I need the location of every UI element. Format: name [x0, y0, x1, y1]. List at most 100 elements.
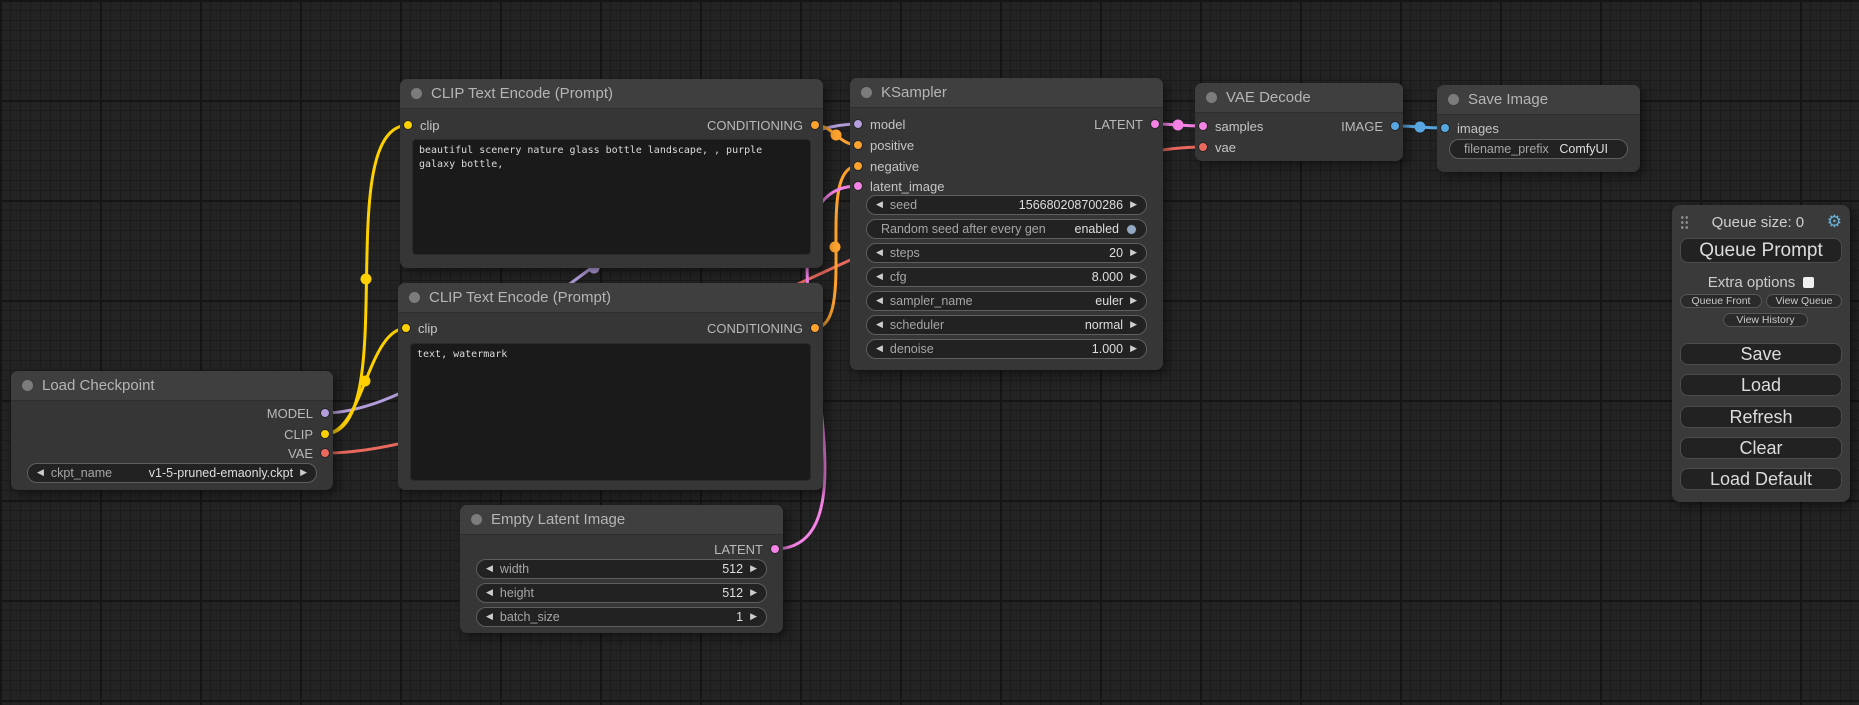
drag-handle-icon[interactable] — [1680, 215, 1689, 230]
decrement-arrow-icon[interactable] — [876, 249, 883, 258]
node-empty-latent-image[interactable]: Empty Latent Image LATENT width 512 heig… — [460, 505, 783, 633]
decrement-arrow-icon[interactable] — [876, 345, 883, 354]
node-load-checkpoint[interactable]: Load Checkpoint MODEL CLIP VAE ckpt_name… — [11, 371, 333, 490]
negative-prompt-textarea[interactable]: text, watermark — [410, 343, 811, 481]
collapse-dot-icon[interactable] — [1448, 94, 1459, 105]
extra-options-checkbox[interactable] — [1803, 277, 1814, 288]
decrement-arrow-icon[interactable] — [486, 589, 493, 598]
node-vae-decode[interactable]: VAE Decode samples IMAGE vae — [1195, 83, 1403, 161]
gear-icon[interactable] — [1827, 214, 1842, 231]
node-clip-text-encode-negative[interactable]: CLIP Text Encode (Prompt) clip CONDITION… — [398, 283, 823, 490]
increment-arrow-icon[interactable] — [1130, 321, 1137, 330]
collapse-dot-icon[interactable] — [22, 380, 33, 391]
increment-arrow-icon[interactable] — [750, 613, 757, 622]
height-widget[interactable]: height 512 — [476, 583, 767, 603]
node-title-bar[interactable]: Empty Latent Image — [460, 505, 783, 535]
denoise-widget[interactable]: denoise 1.000 — [866, 339, 1147, 359]
decrement-arrow-icon[interactable] — [876, 201, 883, 210]
output-slot-latent[interactable]: LATENT — [1094, 114, 1160, 134]
decrement-arrow-icon[interactable] — [486, 613, 493, 622]
view-queue-button[interactable]: View Queue — [1766, 294, 1842, 308]
view-history-button[interactable]: View History — [1723, 313, 1808, 327]
random-seed-toggle-widget[interactable]: Random seed after every gen enabled — [866, 219, 1147, 239]
input-slot-clip[interactable]: clip — [403, 115, 440, 135]
model-slot-dot[interactable] — [853, 119, 863, 129]
collapse-dot-icon[interactable] — [409, 292, 420, 303]
sampler-name-widget[interactable]: sampler_name euler — [866, 291, 1147, 311]
clip-slot-dot[interactable] — [320, 429, 330, 439]
node-ksampler[interactable]: KSampler model LATENT positive negative … — [850, 78, 1163, 370]
ckpt-name-widget[interactable]: ckpt_name v1-5-pruned-emaonly.ckpt — [27, 463, 317, 483]
output-slot-conditioning[interactable]: CONDITIONING — [707, 115, 820, 135]
load-default-button[interactable]: Load Default — [1680, 468, 1842, 490]
positive-prompt-textarea[interactable]: beautiful scenery nature glass bottle la… — [412, 139, 811, 255]
vae-slot-dot[interactable] — [1198, 142, 1208, 152]
image-slot-dot[interactable] — [1390, 121, 1400, 131]
collapse-dot-icon[interactable] — [861, 87, 872, 98]
increment-arrow-icon[interactable] — [1130, 345, 1137, 354]
output-slot-latent[interactable]: LATENT — [714, 539, 780, 559]
clip-slot-dot[interactable] — [403, 120, 413, 130]
increment-arrow-icon[interactable] — [1130, 297, 1137, 306]
input-slot-negative[interactable]: negative — [853, 156, 919, 176]
queue-front-button[interactable]: Queue Front — [1680, 294, 1762, 308]
decrement-arrow-icon[interactable] — [876, 297, 883, 306]
output-slot-clip[interactable]: CLIP — [284, 424, 330, 444]
filename-prefix-widget[interactable]: filename_prefix ComfyUI — [1449, 139, 1628, 159]
width-widget[interactable]: width 512 — [476, 559, 767, 579]
latent-slot-dot[interactable] — [770, 544, 780, 554]
increment-arrow-icon[interactable] — [750, 565, 757, 574]
increment-arrow-icon[interactable] — [300, 469, 307, 478]
save-button[interactable]: Save — [1680, 343, 1842, 365]
graph-canvas[interactable]: Load Checkpoint MODEL CLIP VAE ckpt_name… — [0, 0, 1859, 705]
cfg-widget[interactable]: cfg 8.000 — [866, 267, 1147, 287]
increment-arrow-icon[interactable] — [1130, 201, 1137, 210]
load-button[interactable]: Load — [1680, 374, 1842, 396]
refresh-button[interactable]: Refresh — [1680, 406, 1842, 428]
output-slot-vae[interactable]: VAE — [288, 443, 330, 463]
clear-button[interactable]: Clear — [1680, 437, 1842, 459]
toggle-circle-icon[interactable] — [1126, 224, 1137, 235]
collapse-dot-icon[interactable] — [471, 514, 482, 525]
node-save-image[interactable]: Save Image images filename_prefix ComfyU… — [1437, 85, 1640, 172]
node-title-bar[interactable]: KSampler — [850, 78, 1163, 108]
decrement-arrow-icon[interactable] — [37, 469, 44, 478]
batch-size-widget[interactable]: batch_size 1 — [476, 607, 767, 627]
input-slot-images[interactable]: images — [1440, 118, 1499, 138]
input-slot-positive[interactable]: positive — [853, 135, 914, 155]
node-title-bar[interactable]: Load Checkpoint — [11, 371, 333, 401]
input-slot-samples[interactable]: samples — [1198, 116, 1263, 136]
increment-arrow-icon[interactable] — [750, 589, 757, 598]
image-slot-dot[interactable] — [1440, 123, 1450, 133]
collapse-dot-icon[interactable] — [411, 88, 422, 99]
vae-slot-dot[interactable] — [320, 448, 330, 458]
scheduler-widget[interactable]: scheduler normal — [866, 315, 1147, 335]
input-slot-model[interactable]: model — [853, 114, 905, 134]
latent-slot-dot[interactable] — [1198, 121, 1208, 131]
increment-arrow-icon[interactable] — [1130, 249, 1137, 258]
node-title-bar[interactable]: Save Image — [1437, 85, 1640, 115]
node-title-bar[interactable]: CLIP Text Encode (Prompt) — [400, 79, 823, 109]
input-slot-latent-image[interactable]: latent_image — [853, 176, 944, 196]
output-slot-conditioning[interactable]: CONDITIONING — [707, 318, 820, 338]
input-slot-clip[interactable]: clip — [401, 318, 438, 338]
conditioning-slot-dot[interactable] — [810, 323, 820, 333]
queue-prompt-button[interactable]: Queue Prompt — [1680, 238, 1842, 263]
decrement-arrow-icon[interactable] — [486, 565, 493, 574]
conditioning-slot-dot[interactable] — [810, 120, 820, 130]
decrement-arrow-icon[interactable] — [876, 273, 883, 282]
decrement-arrow-icon[interactable] — [876, 321, 883, 330]
seed-widget[interactable]: seed 156680208700286 — [866, 195, 1147, 215]
conditioning-slot-dot[interactable] — [853, 140, 863, 150]
clip-slot-dot[interactable] — [401, 323, 411, 333]
conditioning-slot-dot[interactable] — [853, 161, 863, 171]
output-slot-model[interactable]: MODEL — [267, 403, 330, 423]
node-clip-text-encode-positive[interactable]: CLIP Text Encode (Prompt) clip CONDITION… — [400, 79, 823, 268]
collapse-dot-icon[interactable] — [1206, 92, 1217, 103]
model-slot-dot[interactable] — [320, 408, 330, 418]
node-title-bar[interactable]: VAE Decode — [1195, 83, 1403, 113]
input-slot-vae[interactable]: vae — [1198, 137, 1236, 157]
steps-widget[interactable]: steps 20 — [866, 243, 1147, 263]
output-slot-image[interactable]: IMAGE — [1341, 116, 1400, 136]
increment-arrow-icon[interactable] — [1130, 273, 1137, 282]
